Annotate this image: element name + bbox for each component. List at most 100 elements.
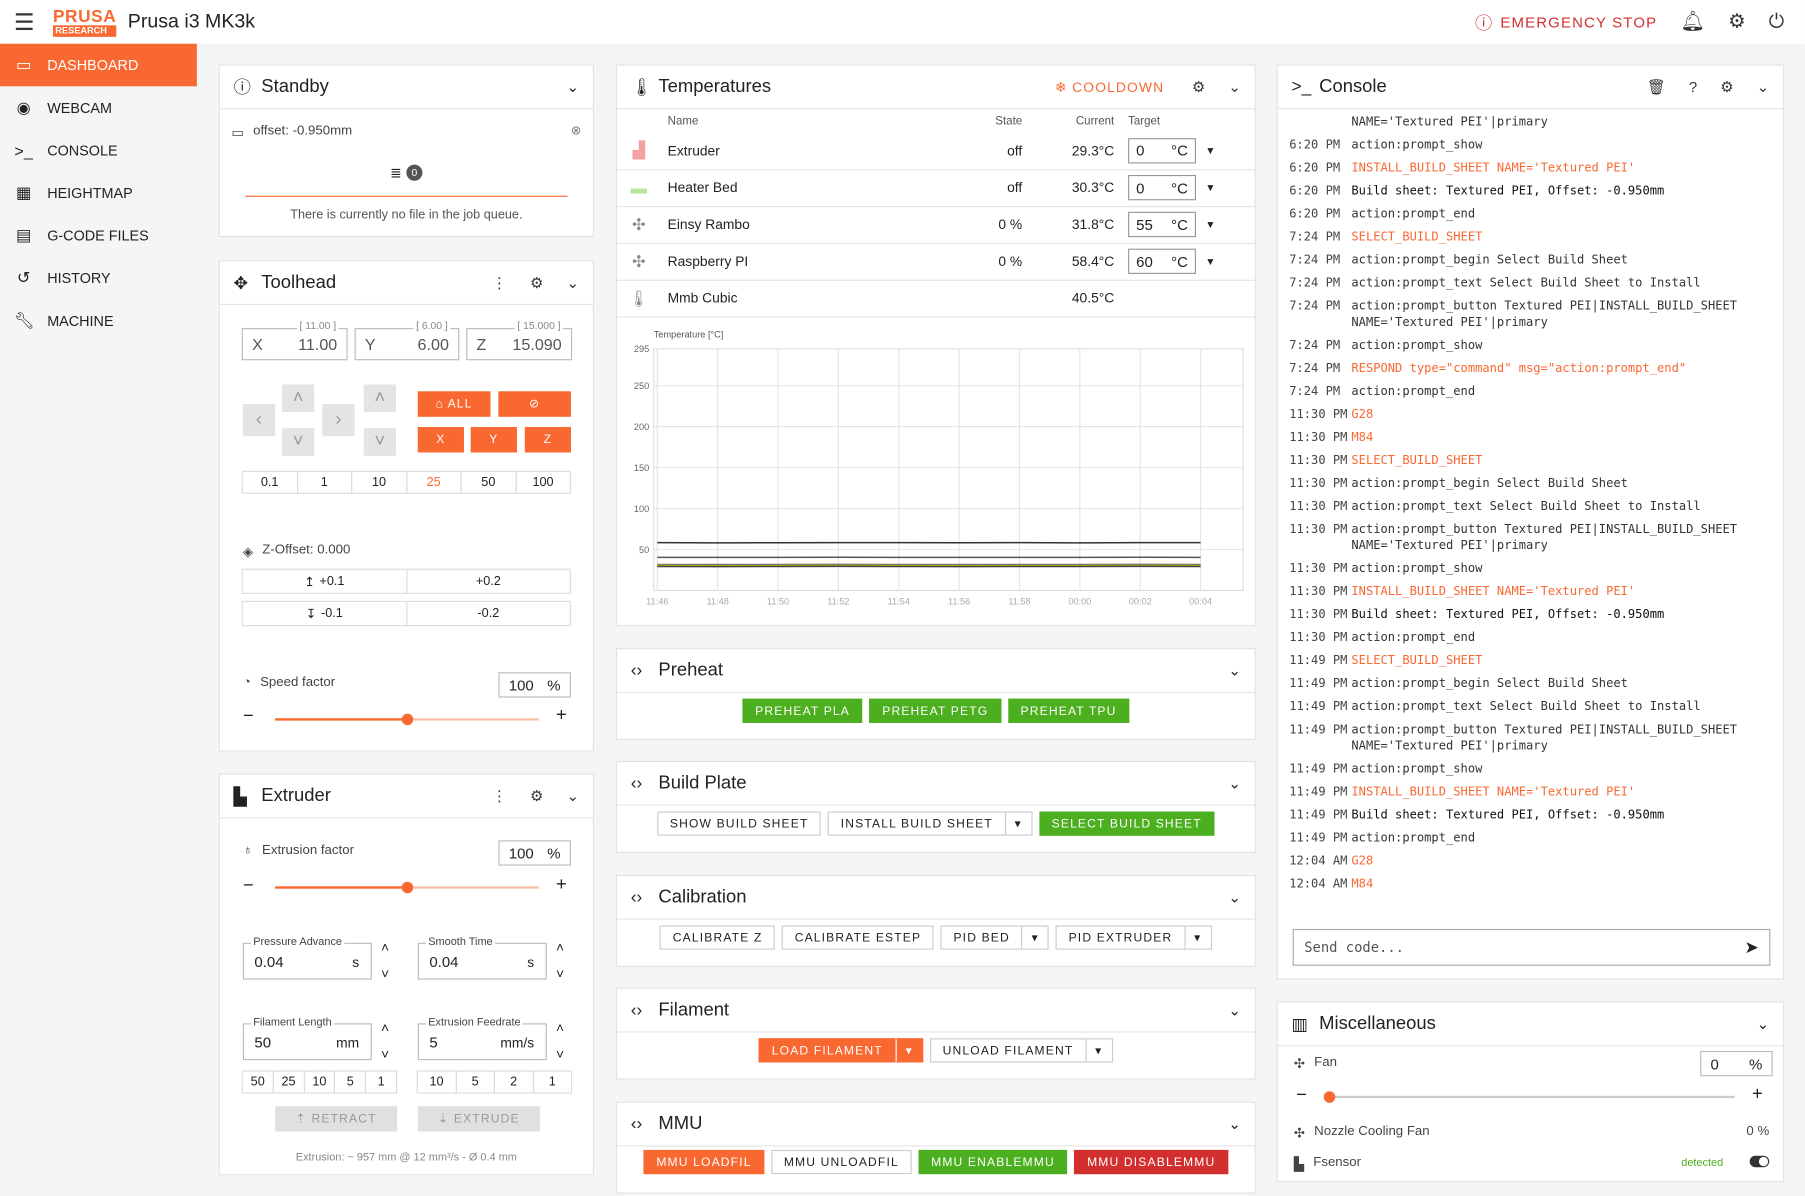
feedrate-step[interactable]: 5 xyxy=(455,1070,495,1094)
unload-filament-button[interactable]: UNLOAD FILAMENT xyxy=(929,1038,1087,1063)
collapse-icon[interactable]: ⌄ xyxy=(1228,1115,1241,1133)
more-icon[interactable]: ⋮ xyxy=(492,273,507,291)
chevron-down-icon[interactable]: ▼ xyxy=(1205,256,1215,268)
cooldown-button[interactable]: ❄ COOLDOWN xyxy=(1055,79,1164,95)
jog-x-minus-button[interactable]: ‹ xyxy=(242,404,276,437)
nav-dashboard[interactable]: ▭ DASHBOARD xyxy=(0,43,197,87)
nav-gcode-files[interactable]: ▤ G-CODE FILES xyxy=(0,214,197,257)
chevron-down-icon[interactable]: ▼ xyxy=(1205,145,1215,157)
collapse-icon[interactable]: ⌄ xyxy=(1228,888,1241,906)
length-step[interactable]: 50 xyxy=(241,1070,274,1094)
length-step[interactable]: 5 xyxy=(334,1070,367,1094)
step-option[interactable]: 10 xyxy=(351,470,407,494)
slider-handle[interactable] xyxy=(1323,1091,1336,1103)
install-dropdown-button[interactable]: ▾ xyxy=(1004,811,1033,836)
help-icon[interactable]: ? xyxy=(1689,78,1697,95)
show-build-sheet-button[interactable]: SHOW BUILD SHEET xyxy=(657,811,822,836)
smooth-time-down-icon[interactable]: ˅ xyxy=(556,966,564,982)
pressure-advance-up-icon[interactable]: ˄ xyxy=(381,939,389,955)
home-x-button[interactable]: X xyxy=(417,427,464,453)
mmu-enable-button[interactable]: MMU ENABLEMMU xyxy=(918,1149,1068,1175)
slider-handle[interactable] xyxy=(401,881,413,894)
target-temp-input[interactable]: 0 °C xyxy=(1128,174,1196,201)
pid-bed-dropdown-button[interactable]: ▾ xyxy=(1021,925,1050,950)
extrude-button[interactable]: ⇣ EXTRUDE xyxy=(417,1106,540,1132)
jog-y-minus-button[interactable]: ˅ xyxy=(282,428,315,456)
extrusion-factor-input[interactable]: 100% xyxy=(498,840,571,866)
mmu-loadfil-button[interactable]: MMU LOADFIL xyxy=(643,1149,765,1175)
send-icon[interactable]: ➤ xyxy=(1744,937,1758,958)
extrusion-feedrate-down-icon[interactable]: ˅ xyxy=(556,1046,564,1062)
z-offset-up-large-button[interactable]: +0.2 xyxy=(405,568,571,594)
pressure-advance-down-icon[interactable]: ˅ xyxy=(381,966,389,982)
nav-history[interactable]: ↺ HISTORY xyxy=(0,257,197,300)
collapse-icon[interactable]: ⌄ xyxy=(1757,78,1770,96)
mmu-disable-button[interactable]: MMU DISABLEMMU xyxy=(1074,1149,1229,1175)
collapse-icon[interactable]: ⌄ xyxy=(1757,1015,1770,1033)
preheat-pla-button[interactable]: PREHEAT PLA xyxy=(742,698,863,723)
nav-machine[interactable]: 🔧︎ MACHINE xyxy=(0,299,197,342)
pid-extruder-button[interactable]: PID EXTRUDER xyxy=(1055,925,1186,950)
fan-increase-button[interactable]: + xyxy=(1752,1084,1763,1105)
z-position-field[interactable]: Z 15.090 [ 15.000 ] xyxy=(466,320,573,361)
y-position-field[interactable]: Y 6.00 [ 6.00 ] xyxy=(354,320,460,361)
preheat-tpu-button[interactable]: PREHEAT TPU xyxy=(1007,698,1130,723)
pid-bed-button[interactable]: PID BED xyxy=(940,925,1023,950)
load-filament-dropdown-button[interactable]: ▾ xyxy=(895,1038,924,1063)
step-option[interactable]: 1 xyxy=(296,470,353,494)
smooth-time-field[interactable]: Smooth Time 0.04 s xyxy=(417,935,547,980)
power-icon[interactable]: ⏻ xyxy=(1769,10,1784,33)
jog-y-plus-button[interactable]: ˄ xyxy=(282,384,315,413)
target-temp-input[interactable]: 55 °C xyxy=(1128,211,1196,238)
collapse-icon[interactable]: ⌄ xyxy=(566,78,579,96)
target-temp-input[interactable]: 60 °C xyxy=(1128,248,1196,274)
pressure-advance-field[interactable]: Pressure Advance 0.04 s xyxy=(242,935,372,980)
step-option[interactable]: 100 xyxy=(515,470,571,494)
filament-length-down-icon[interactable]: ˅ xyxy=(381,1046,389,1062)
speed-increase-button[interactable]: + xyxy=(556,706,567,727)
pid-extruder-dropdown-button[interactable]: ▾ xyxy=(1183,925,1212,950)
smooth-time-up-icon[interactable]: ˄ xyxy=(556,939,564,955)
extrusion-factor-slider[interactable] xyxy=(275,881,539,894)
speed-factor-slider[interactable] xyxy=(275,713,539,726)
z-offset-up-small-button[interactable]: ↥ +0.1 xyxy=(241,568,407,594)
dismiss-icon[interactable]: ⊗ xyxy=(571,123,582,138)
unload-filament-dropdown-button[interactable]: ▾ xyxy=(1084,1038,1113,1063)
settings-icon[interactable]: ⚙ xyxy=(530,787,543,805)
nav-console[interactable]: >_ CONSOLE xyxy=(0,129,197,172)
extrusion-feedrate-up-icon[interactable]: ˄ xyxy=(556,1020,564,1036)
x-position-field[interactable]: X 11.00 [ 11.00 ] xyxy=(241,320,348,361)
extrusion-feedrate-field[interactable]: Extrusion Feedrate 5 mm/s xyxy=(417,1016,547,1061)
slider-handle[interactable] xyxy=(401,713,413,726)
chevron-down-icon[interactable]: ▼ xyxy=(1205,182,1215,194)
calibrate-z-button[interactable]: CALIBRATE Z xyxy=(660,925,776,950)
extrusion-decrease-button[interactable]: − xyxy=(243,876,254,897)
z-offset-down-large-button[interactable]: -0.2 xyxy=(405,600,571,627)
preheat-petg-button[interactable]: PREHEAT PETG xyxy=(869,698,1001,723)
fsensor-toggle[interactable] xyxy=(1749,1155,1770,1168)
console-log[interactable]: NAME='Textured PEI'|primary 6:20 PM action… xyxy=(1289,114,1774,908)
length-step[interactable]: 25 xyxy=(272,1070,305,1094)
z-offset-down-small-button[interactable]: ↧ -0.1 xyxy=(241,600,407,627)
nav-webcam[interactable]: ◉ WEBCAM xyxy=(0,86,197,129)
calibrate-estep-button[interactable]: CALIBRATE ESTEP xyxy=(782,925,934,950)
fan-speed-slider[interactable] xyxy=(1323,1091,1735,1103)
select-build-sheet-button[interactable]: SELECT BUILD SHEET xyxy=(1038,811,1215,836)
mmu-unloadfil-button[interactable]: MMU UNLOADFIL xyxy=(771,1149,912,1175)
length-step[interactable]: 1 xyxy=(365,1070,398,1094)
bell-icon[interactable]: 🔔︎ xyxy=(1680,10,1705,33)
filament-length-field[interactable]: Filament Length 50 mm xyxy=(242,1016,372,1061)
speed-decrease-button[interactable]: − xyxy=(243,707,254,728)
length-step[interactable]: 10 xyxy=(303,1070,336,1094)
home-all-button[interactable]: ⌂ ALL xyxy=(417,391,491,417)
feedrate-step[interactable]: 1 xyxy=(532,1070,573,1094)
chevron-down-icon[interactable]: ▼ xyxy=(1205,219,1215,231)
settings-icon[interactable]: ⚙ xyxy=(1720,78,1733,96)
home-y-button[interactable]: Y xyxy=(470,427,517,453)
collapse-icon[interactable]: ⌄ xyxy=(566,787,579,805)
jog-z-plus-button[interactable]: ˄ xyxy=(363,384,396,413)
home-z-button[interactable]: Z xyxy=(524,427,571,453)
settings-icon[interactable]: ⚙ xyxy=(530,273,543,291)
step-option[interactable]: 50 xyxy=(460,470,517,494)
feedrate-step[interactable]: 10 xyxy=(416,1070,457,1094)
